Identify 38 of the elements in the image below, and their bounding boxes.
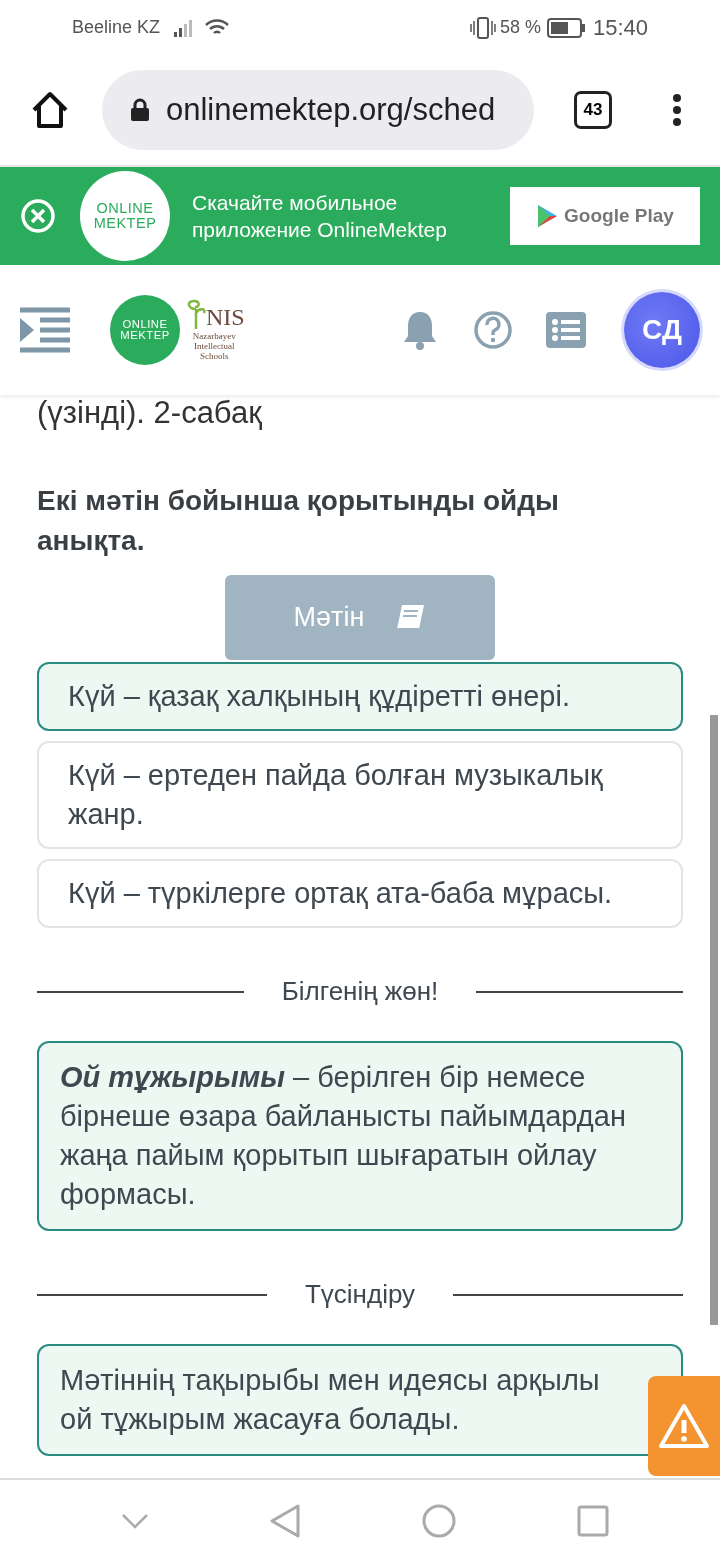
google-play-button[interactable]: Google Play [510, 187, 700, 245]
nis-caption: Nazarbayev Intellectual Schools [191, 331, 237, 361]
lock-icon [130, 98, 150, 122]
section-heading: Білгенің жөн! [280, 976, 440, 1007]
vibrate-icon [469, 16, 496, 39]
recents-icon[interactable] [577, 1505, 610, 1537]
tab-count-button[interactable]: 43 [574, 91, 612, 129]
play-store-icon [536, 204, 559, 228]
close-icon[interactable] [20, 198, 56, 234]
warning-icon [658, 1403, 710, 1449]
bell-icon[interactable] [402, 310, 438, 350]
user-avatar[interactable]: СД [624, 292, 700, 368]
explanation-card: Мәтіннің тақырыбы мен идеясы арқылы ой тұжырым жасауға болады. [37, 1344, 683, 1456]
answer-option[interactable]: Күй – түркілерге ортақ ата-баба мұрасы. [37, 859, 683, 928]
report-button[interactable] [648, 1376, 720, 1476]
carrier-name: Beeline KZ [72, 17, 161, 38]
chevron-down-icon[interactable] [120, 1513, 149, 1529]
online-mektep-logo: ONLINE MEKTEP [80, 171, 170, 261]
lesson-title: (үзінді). 2-сабақ [36, 395, 263, 431]
list-icon[interactable] [546, 312, 586, 348]
home-icon[interactable] [30, 90, 70, 130]
clock-time: 15:40 [592, 14, 648, 41]
question-text: Екі мәтін бойынша қорытынды ойды анықта. [36, 484, 560, 558]
address-bar[interactable]: onlinemektep.org/sched [102, 70, 534, 150]
menu-icon[interactable] [20, 306, 70, 354]
answer-option[interactable]: Күй – қазақ халқының құдіретті өнері. [37, 662, 683, 731]
definition-card: Ой тұжырымы – берілген бір немесе бірнеше өзара байланысты пайымдардан жаңа пайым қорытып шығаратын ойлау формасы. [37, 1041, 683, 1231]
answer-option[interactable]: Күй – ертеден пайда болған музыкалық жанр. [37, 741, 683, 849]
section-heading: Түсіндіру [303, 1279, 417, 1310]
nis-logo: NIS [184, 299, 245, 331]
battery-icon [546, 17, 587, 38]
back-icon[interactable] [270, 1504, 301, 1538]
online-mektep-logo: ONLINE MEKTEP [110, 295, 180, 365]
help-icon[interactable] [473, 310, 513, 350]
battery-level: 58 % [499, 17, 541, 38]
scrollbar[interactable] [710, 715, 718, 1325]
banner-text: Скачайте мобильное приложение OnlineMektep [192, 190, 448, 243]
more-icon[interactable] [672, 93, 682, 127]
